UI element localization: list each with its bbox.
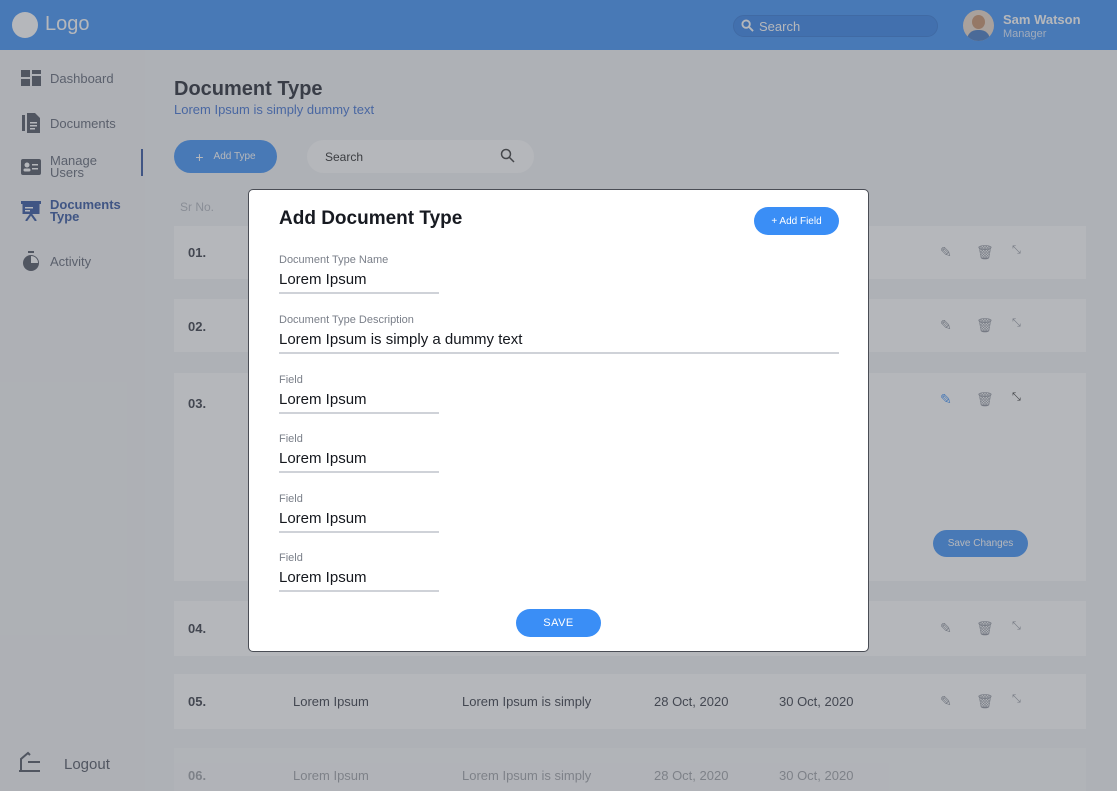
field-label: Document Type Name	[279, 254, 389, 266]
save-button[interactable]: SAVE	[516, 609, 601, 637]
document-type-name-field[interactable]: Document Type Name Lorem Ipsum	[279, 254, 439, 294]
field-input[interactable]: Lorem Ipsum	[279, 450, 439, 473]
field-input[interactable]: Lorem Ipsum	[279, 510, 439, 533]
field-input[interactable]: Lorem Ipsum	[279, 271, 439, 294]
custom-field[interactable]: Field Lorem Ipsum	[279, 552, 439, 592]
custom-field[interactable]: Field Lorem Ipsum	[279, 493, 439, 533]
document-type-description-field[interactable]: Document Type Description Lorem Ipsum is…	[279, 314, 839, 354]
field-input[interactable]: Lorem Ipsum	[279, 569, 439, 592]
field-label: Field	[279, 433, 303, 445]
custom-field[interactable]: Field Lorem Ipsum	[279, 433, 439, 473]
add-document-type-modal: Add Document Type + Add Field Document T…	[248, 189, 869, 652]
field-label: Field	[279, 552, 303, 564]
modal-title: Add Document Type	[279, 208, 463, 229]
field-label: Field	[279, 493, 303, 505]
field-input[interactable]: Lorem Ipsum	[279, 391, 439, 414]
custom-field[interactable]: Field Lorem Ipsum	[279, 374, 439, 414]
field-input[interactable]: Lorem Ipsum is simply a dummy text	[279, 331, 839, 354]
field-label: Field	[279, 374, 303, 386]
field-label: Document Type Description	[279, 314, 414, 326]
add-field-button[interactable]: + Add Field	[754, 207, 839, 235]
